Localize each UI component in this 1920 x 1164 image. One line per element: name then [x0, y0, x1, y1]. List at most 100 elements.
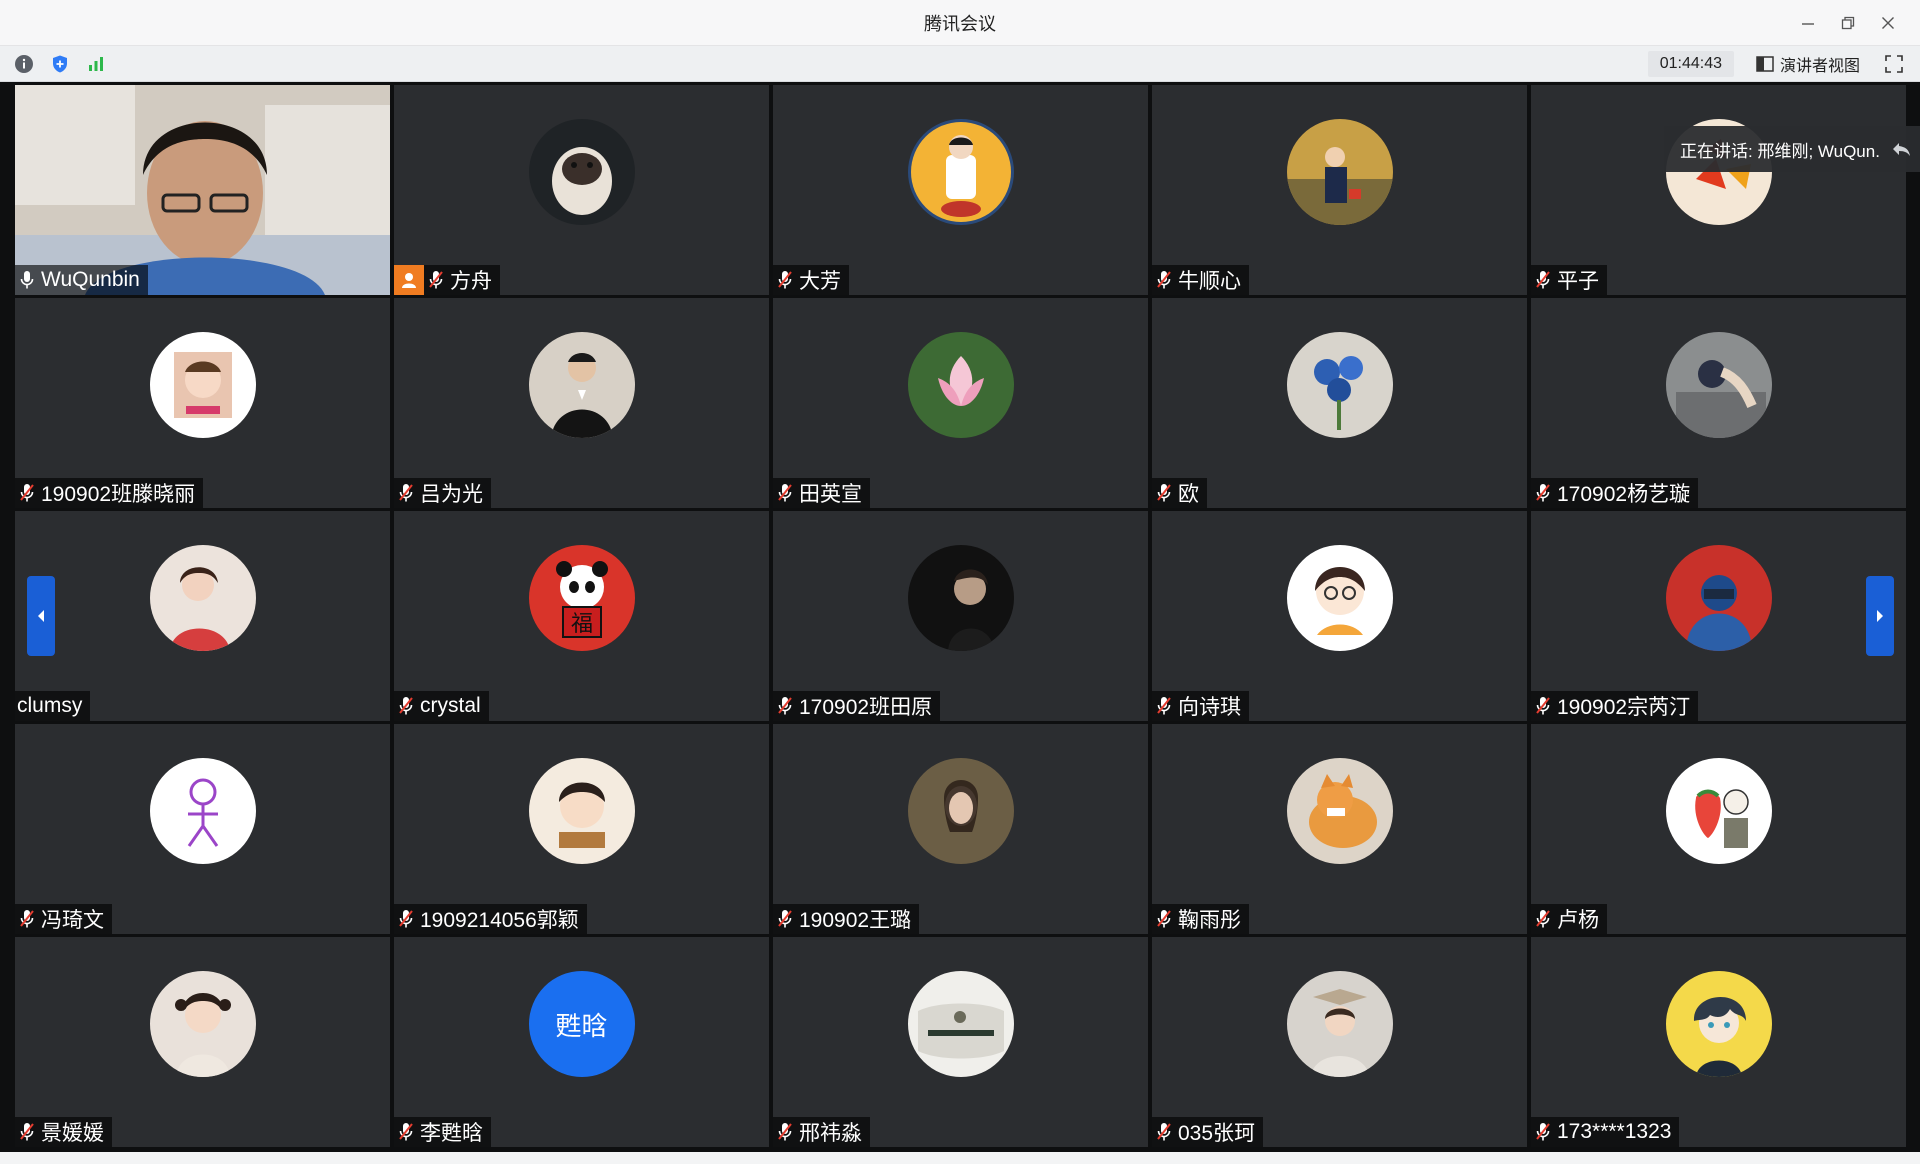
- participant-tile[interactable]: 1909214056郭颖: [394, 724, 769, 934]
- camera-video-feed: [15, 85, 390, 295]
- participant-tile[interactable]: 190902宗芮汀: [1531, 511, 1906, 721]
- speaking-indicator[interactable]: 正在讲话: 邢维刚; WuQun..: [1664, 126, 1920, 172]
- participant-tile[interactable]: 冯琦文: [15, 724, 390, 934]
- mic-status: [1156, 1122, 1174, 1142]
- info-icon: [15, 54, 33, 73]
- participant-nameplate: 欧: [1152, 478, 1207, 508]
- participant-nameplate: 190902王璐: [773, 904, 920, 934]
- participant-tile[interactable]: 170902班田原: [773, 511, 1148, 721]
- participant-tile[interactable]: 平子: [1531, 85, 1906, 295]
- close-button[interactable]: [1868, 0, 1908, 46]
- avatar: [907, 119, 1014, 225]
- participant-tile[interactable]: 牛顺心: [1152, 85, 1527, 295]
- avatar-image: [149, 758, 256, 864]
- participant-tile[interactable]: 190902班滕晓丽: [15, 298, 390, 508]
- mic-muted-icon: [1157, 910, 1171, 928]
- close-icon: [1882, 17, 1894, 29]
- participant-tile[interactable]: 大芳: [773, 85, 1148, 295]
- participant-tile[interactable]: WuQunbin: [15, 85, 390, 295]
- mic-status: [1535, 483, 1553, 503]
- participant-tile[interactable]: clumsy: [15, 511, 390, 721]
- participant-name: 方舟: [450, 270, 492, 293]
- participant-tile[interactable]: 173****1323: [1531, 937, 1906, 1147]
- participant-nameplate: clumsy: [15, 691, 91, 721]
- next-page-button[interactable]: [1866, 576, 1894, 656]
- participant-tile[interactable]: 田英宣: [773, 298, 1148, 508]
- mic-muted-icon: [429, 271, 443, 289]
- participant-tile[interactable]: 吕为光: [394, 298, 769, 508]
- fullscreen-icon: [1885, 55, 1903, 73]
- participant-name: crystal: [420, 694, 481, 717]
- participant-nameplate: 173****1323: [1531, 1117, 1680, 1147]
- minimize-icon: [1802, 23, 1814, 25]
- chevron-right-icon: [1877, 610, 1883, 622]
- collapse-arrow-icon[interactable]: [1890, 140, 1912, 158]
- avatar: [528, 119, 635, 225]
- participant-nameplate: 田英宣: [773, 478, 870, 508]
- mic-status: [19, 909, 37, 929]
- participant-nameplate: 卢杨: [1531, 904, 1607, 934]
- speaker-view-icon: [1756, 56, 1774, 72]
- info-button[interactable]: [12, 52, 36, 76]
- participant-nameplate: WuQunbin: [15, 265, 148, 295]
- participant-tile[interactable]: 鞠雨彤: [1152, 724, 1527, 934]
- participant-tile[interactable]: 甦晗李甦晗: [394, 937, 769, 1147]
- avatar: [1665, 971, 1772, 1077]
- participant-nameplate: 冯琦文: [15, 904, 112, 934]
- participant-name: 牛顺心: [1178, 270, 1241, 293]
- participant-nameplate: 吕为光: [394, 478, 491, 508]
- avatar: [907, 971, 1014, 1077]
- security-button[interactable]: [48, 52, 72, 76]
- title-bar: 腾讯会议: [0, 0, 1920, 46]
- window-title: 腾讯会议: [924, 13, 996, 34]
- avatar: [1286, 971, 1393, 1077]
- avatar: [528, 758, 635, 864]
- speaker-view-button[interactable]: 演讲者视图: [1748, 51, 1868, 77]
- participant-name: 景媛媛: [41, 1122, 104, 1145]
- participant-name: 李甦晗: [420, 1122, 483, 1145]
- participant-tile[interactable]: 035张珂: [1152, 937, 1527, 1147]
- participant-tile[interactable]: 欧: [1152, 298, 1527, 508]
- minimize-button[interactable]: [1788, 0, 1828, 46]
- host-badge: [394, 265, 424, 295]
- bottom-bar: [0, 1152, 1920, 1164]
- mic-muted-icon: [20, 910, 34, 928]
- network-status-button[interactable]: [84, 52, 108, 76]
- participant-nameplate: 190902班滕晓丽: [15, 478, 204, 508]
- participant-tile[interactable]: 190902王璐: [773, 724, 1148, 934]
- participant-name: 邢祎淼: [799, 1122, 862, 1145]
- mic-muted-icon: [1536, 1123, 1550, 1141]
- avatar-image: [1286, 332, 1393, 438]
- mic-status: [777, 270, 795, 290]
- avatar-initials: 甦晗: [528, 971, 635, 1077]
- mic-muted-icon: [20, 1123, 34, 1141]
- restore-button[interactable]: [1828, 0, 1868, 46]
- participant-tile[interactable]: 福 crystal: [394, 511, 769, 721]
- mic-status: [777, 696, 795, 716]
- mic-status: [398, 483, 416, 503]
- participant-tile[interactable]: 方舟: [394, 85, 769, 295]
- participant-tile[interactable]: 向诗琪: [1152, 511, 1527, 721]
- prev-page-button[interactable]: [27, 576, 55, 656]
- avatar-image: [907, 971, 1014, 1077]
- avatar-image: [1665, 332, 1772, 438]
- mic-muted-icon: [778, 697, 792, 715]
- fullscreen-button[interactable]: [1882, 52, 1906, 76]
- mic-muted-icon: [399, 697, 413, 715]
- participant-tile[interactable]: 170902杨艺璇: [1531, 298, 1906, 508]
- participant-tile[interactable]: 卢杨: [1531, 724, 1906, 934]
- participant-name: 向诗琪: [1178, 696, 1241, 719]
- mic-status: [19, 270, 37, 290]
- shield-icon: [53, 55, 67, 72]
- participant-name: 平子: [1557, 270, 1599, 293]
- participant-tile[interactable]: 景媛媛: [15, 937, 390, 1147]
- participant-name: 173****1323: [1557, 1120, 1672, 1143]
- participant-name: 190902宗芮汀: [1557, 696, 1691, 719]
- participant-nameplate: 平子: [1531, 265, 1607, 295]
- participant-tile[interactable]: 邢祎淼: [773, 937, 1148, 1147]
- avatar-image: [1286, 758, 1393, 864]
- mic-muted-icon: [399, 1123, 413, 1141]
- participant-name: 田英宣: [799, 483, 862, 506]
- avatar-image: [528, 332, 635, 438]
- mic-muted-icon: [1157, 484, 1171, 502]
